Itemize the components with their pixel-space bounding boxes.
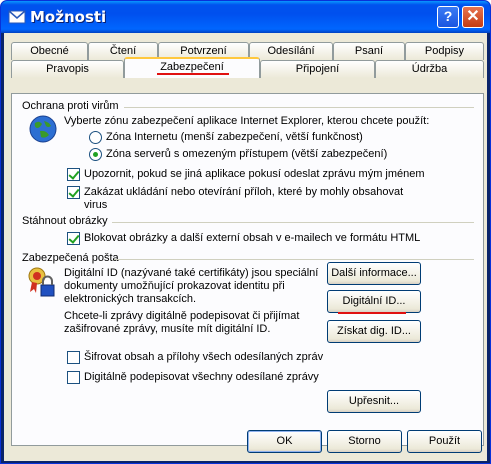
- get-digital-id-button[interactable]: Získat dig. ID...: [327, 320, 421, 343]
- certificate-lock-icon: [28, 267, 55, 297]
- id-description-3: elektronických transakcích.: [64, 293, 197, 305]
- digital-ids-button[interactable]: Digitální ID...: [327, 290, 421, 313]
- divider: [112, 222, 474, 223]
- block-attachments-label-2: virus: [84, 199, 108, 211]
- sign-description-2: zašifrované zprávy, musíte mít digitální…: [64, 323, 271, 335]
- ok-button[interactable]: OK: [247, 430, 322, 453]
- window-title: Možnosti: [30, 8, 107, 26]
- tab-udrzba[interactable]: Údržba: [375, 60, 484, 78]
- cancel-button[interactable]: Storno: [327, 430, 402, 453]
- block-images-checkbox[interactable]: [67, 232, 80, 245]
- block-attachments-label[interactable]: Zakázat ukládání nebo otevírání příloh, …: [84, 186, 403, 198]
- block-images-label[interactable]: Blokovat obrázky a další externí obsah v…: [84, 232, 420, 244]
- zone-internet-radio[interactable]: [89, 131, 102, 144]
- apply-button[interactable]: Použít: [407, 430, 482, 453]
- encrypt-all-label[interactable]: Šifrovat obsah a přílohy všech odesílaný…: [84, 351, 323, 363]
- tab-podpisy[interactable]: Podpisy: [405, 42, 484, 60]
- sign-all-checkbox[interactable]: [67, 371, 80, 384]
- secure-mail-heading: Zabezpečená pošta: [22, 252, 119, 264]
- sign-all-label[interactable]: Digitálně podepisovat všechny odesílané …: [84, 371, 319, 383]
- tab-odesilani[interactable]: Odesílání: [249, 42, 333, 60]
- zone-internet-label[interactable]: Zóna Internetu (menší zabezpečení, větší…: [106, 131, 363, 143]
- security-tab-panel: Ochrana proti virům Vyberte zónu zabezpe…: [11, 93, 484, 446]
- digital-ids-highlight-underline: [338, 312, 406, 314]
- help-button[interactable]: ?: [437, 6, 459, 28]
- virus-heading: Ochrana proti virům: [22, 100, 119, 112]
- globe-icon: [29, 115, 57, 143]
- tab-highlight-underline: [157, 73, 229, 75]
- more-info-button[interactable]: Další informace...: [327, 262, 421, 285]
- tab-obecne[interactable]: Obecné: [11, 42, 88, 60]
- images-heading: Stáhnout obrázky: [22, 215, 108, 227]
- warn-send-label[interactable]: Upozornit, pokud se jiná aplikace pokusí…: [84, 168, 425, 180]
- tab-pravopis[interactable]: Pravopis: [11, 60, 124, 78]
- divider: [124, 107, 474, 108]
- sign-description-1: Chcete-li zprávy digitálně podepisovat č…: [64, 310, 300, 322]
- zone-prompt: Vyberte zónu zabezpečení aplikace Intern…: [64, 115, 430, 127]
- tab-pripojeni[interactable]: Připojení: [260, 60, 375, 78]
- dialog-body: Obecné Čtení Potvrzení Odesílání Psaní P…: [4, 33, 487, 461]
- divider: [114, 259, 474, 260]
- outlook-express-icon: [8, 10, 26, 24]
- warn-send-checkbox[interactable]: [67, 168, 80, 181]
- close-button[interactable]: ✕: [462, 6, 484, 28]
- id-description-1: Digitální ID (nazývané také certifikáty)…: [64, 267, 319, 279]
- advanced-button[interactable]: Upřesnit...: [327, 390, 421, 413]
- encrypt-all-checkbox[interactable]: [67, 351, 80, 364]
- title-bar[interactable]: Možnosti ? ✕: [1, 1, 490, 33]
- options-dialog: Možnosti ? ✕ Obecné Čtení Potvrzení Odes…: [0, 0, 491, 464]
- zone-restricted-radio[interactable]: [89, 148, 102, 161]
- zone-restricted-label[interactable]: Zóna serverů s omezeným přístupem (větší…: [106, 148, 387, 160]
- tab-psani[interactable]: Psaní: [333, 42, 405, 60]
- id-description-2: dokumenty umožňující prokazovat identitu…: [64, 280, 285, 292]
- block-attachments-checkbox[interactable]: [67, 186, 80, 199]
